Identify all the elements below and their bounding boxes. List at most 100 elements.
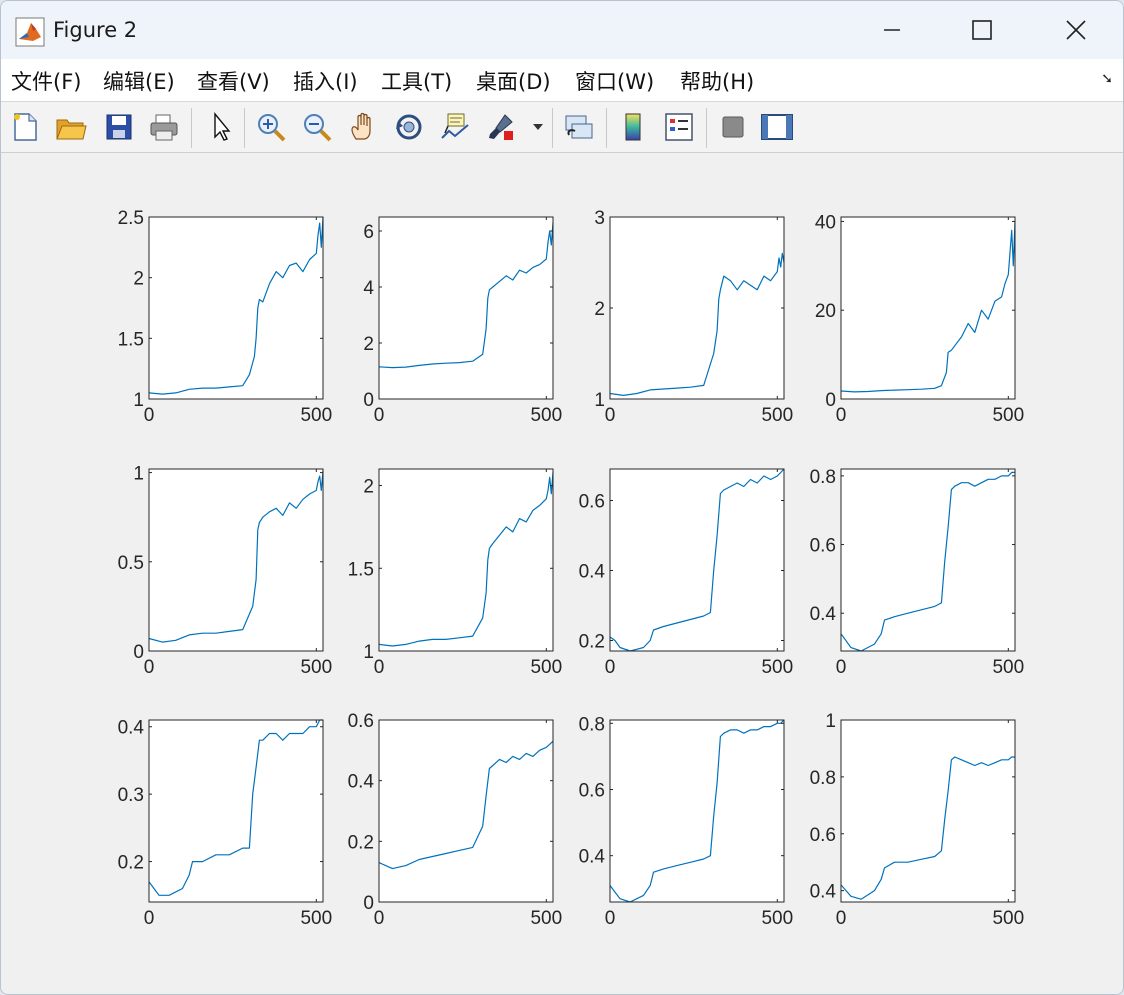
open-button[interactable]: [53, 108, 89, 146]
x-tick-label: 0: [605, 908, 616, 929]
x-tick-label: 0: [374, 657, 385, 678]
toolbar-separator: [191, 108, 192, 148]
chevron-down-icon: [533, 124, 543, 130]
minimize-button[interactable]: [869, 7, 915, 53]
x-tick-label: 0: [144, 657, 155, 678]
pan-button[interactable]: [345, 108, 381, 146]
x-tick-label: 500: [300, 908, 332, 929]
axes-background: [379, 469, 553, 651]
legend-button[interactable]: [661, 108, 697, 146]
y-tick-label: 0.6: [579, 780, 605, 801]
data-tips-button[interactable]: [437, 108, 473, 146]
x-tick-label: 500: [761, 908, 793, 929]
subplot-5: 0 0.5 1 0 500: [118, 464, 333, 678]
pointer-icon: [214, 112, 231, 141]
zoom-out-button[interactable]: [299, 108, 335, 146]
y-tick-label: 0: [825, 390, 836, 411]
colorbar-button[interactable]: [615, 108, 651, 146]
x-tick-label: 500: [992, 657, 1024, 678]
figure-canvas[interactable]: 1 1.5 2 2.5 0 500 0 2 4 6 0 500 1 2 3 0 500 0 20 40 0 500 0 0.5…: [1, 153, 1123, 994]
y-tick-label: 0: [363, 893, 374, 914]
dock-arrow-icon[interactable]: ➘: [1101, 71, 1113, 87]
x-tick-label: 500: [300, 657, 332, 678]
pan-hand-icon: [351, 112, 371, 140]
new-figure-button[interactable]: [7, 108, 43, 146]
zoom-in-button[interactable]: [253, 108, 289, 146]
window-title: Figure 2: [53, 18, 138, 42]
y-tick-label: 0.2: [348, 832, 374, 853]
axes-background: [841, 469, 1015, 651]
menu-edit[interactable]: 编辑(E): [103, 66, 175, 96]
menu-desktop[interactable]: 桌面(D): [476, 66, 551, 96]
subplot-7: 0.2 0.4 0.6 0 500: [579, 468, 793, 678]
subplot-8: 0.4 0.6 0.8 0 500: [810, 467, 1025, 678]
y-tick-label: 0.4: [579, 847, 606, 868]
brush-dropdown[interactable]: [529, 108, 547, 146]
x-tick-label: 0: [374, 908, 385, 929]
axes-background: [610, 720, 784, 902]
subplot-6: 1 1.5 2 0 500: [348, 468, 562, 678]
x-tick-label: 500: [761, 657, 793, 678]
rotate-button[interactable]: [391, 108, 427, 146]
x-tick-label: 0: [836, 405, 847, 426]
y-tick-label: 0.4: [348, 772, 375, 793]
y-tick-label: 0.4: [579, 562, 606, 583]
hide-plot-tools-button[interactable]: [715, 108, 751, 146]
x-tick-label: 0: [144, 405, 155, 426]
subplot-12: 0.4 0.6 0.8 1 0 500: [810, 711, 1025, 929]
link-plot-icon: [565, 115, 593, 139]
y-tick-label: 3: [594, 208, 605, 229]
show-plot-tools-button[interactable]: [759, 108, 795, 146]
menu-view[interactable]: 查看(V): [197, 66, 270, 96]
subplot-11: 0.4 0.6 0.8 0 500: [579, 714, 794, 929]
figure-toolbar: [1, 102, 1123, 153]
toolbar-separator: [244, 108, 245, 148]
y-tick-label: 1.5: [118, 329, 144, 350]
colorbar-icon: [625, 113, 641, 141]
y-tick-label: 20: [815, 301, 836, 322]
x-tick-label: 0: [374, 405, 385, 426]
y-tick-label: 40: [815, 212, 836, 233]
menu-insert[interactable]: 插入(I): [293, 66, 358, 96]
menu-window[interactable]: 窗口(W): [575, 66, 654, 96]
subplot-10: 0 0.2 0.4 0.6 0 500: [348, 711, 563, 929]
y-tick-label: 0.8: [810, 467, 836, 488]
y-tick-label: 0: [133, 642, 144, 663]
y-tick-label: 1: [825, 711, 836, 732]
y-tick-label: 1: [363, 642, 374, 663]
y-tick-label: 0.3: [118, 785, 144, 806]
x-tick-label: 0: [836, 657, 847, 678]
y-tick-label: 2: [594, 299, 605, 320]
y-tick-label: 0.8: [579, 714, 605, 735]
title-bar: Figure 2: [1, 1, 1123, 59]
figure-window: Figure 2 文件(F) 编辑(E) 查看(V) 插入(I) 工具(T) 桌…: [0, 0, 1124, 995]
menu-help[interactable]: 帮助(H): [680, 66, 754, 96]
menu-file[interactable]: 文件(F): [11, 66, 81, 96]
close-button[interactable]: [1053, 7, 1099, 53]
matlab-logo-icon: [15, 17, 45, 47]
menu-tools[interactable]: 工具(T): [381, 66, 452, 96]
y-tick-label: 6: [363, 222, 374, 243]
y-tick-label: 4: [363, 278, 374, 299]
y-tick-label: 2.5: [118, 208, 144, 229]
toolbar-separator: [706, 108, 707, 148]
save-button[interactable]: [101, 108, 137, 146]
y-tick-label: 0.5: [118, 553, 144, 574]
x-tick-label: 0: [836, 908, 847, 929]
subplot-9: 0.2 0.3 0.4 0 500: [118, 718, 333, 929]
x-tick-label: 500: [530, 908, 562, 929]
rotate-3d-icon: [396, 114, 422, 140]
minimize-icon: [884, 29, 900, 31]
x-tick-label: 0: [605, 657, 616, 678]
y-tick-label: 0.6: [348, 711, 374, 732]
y-tick-label: 2: [133, 269, 144, 290]
edit-plot-button[interactable]: [201, 108, 237, 146]
x-tick-label: 500: [761, 405, 793, 426]
maximize-button[interactable]: [959, 7, 1005, 53]
print-button[interactable]: [146, 108, 182, 146]
brush-button[interactable]: [483, 108, 519, 146]
y-tick-label: 1: [133, 464, 144, 485]
subplot-grid: 11.522.50 50002460 5001230 500020400 50000.5…: [118, 208, 1025, 929]
link-plot-button[interactable]: [561, 108, 597, 146]
hide-plot-tools-icon: [722, 116, 744, 138]
